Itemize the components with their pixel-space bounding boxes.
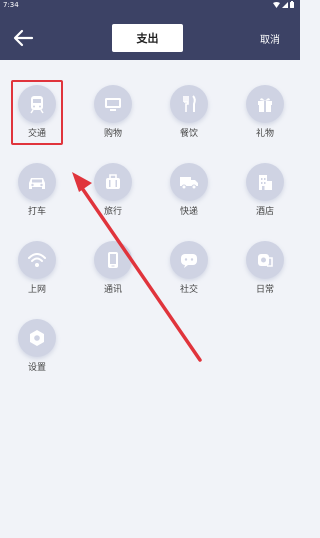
category-item-hotel[interactable]: 酒店	[235, 160, 295, 222]
category-item-travel[interactable]: 旅行	[83, 160, 143, 222]
status-time: 7:34	[3, 1, 19, 9]
settings-icon	[18, 319, 56, 357]
signal-status-icon	[282, 1, 288, 8]
category-item-express[interactable]: 快递	[159, 160, 219, 222]
utensils-icon	[170, 85, 208, 123]
category-item-gift[interactable]: 礼物	[235, 82, 295, 144]
status-bar: 7:34	[0, 0, 300, 11]
monitor-icon	[94, 85, 132, 123]
cancel-button[interactable]: 取消	[260, 31, 280, 46]
car-icon	[18, 163, 56, 201]
wifi-status-icon	[273, 1, 280, 8]
category-label: 快递	[179, 207, 198, 217]
back-arrow-icon	[13, 29, 34, 47]
category-item-dining[interactable]: 餐饮	[159, 82, 219, 144]
wifi-icon	[18, 241, 56, 279]
category-label: 打车	[27, 207, 46, 217]
category-item-taxi[interactable]: 打车	[7, 160, 67, 222]
category-item-shopping[interactable]: 购物	[83, 82, 143, 144]
category-label: 通讯	[103, 285, 122, 295]
tissue-icon	[246, 241, 284, 279]
status-icons	[273, 1, 294, 8]
category-label: 餐饮	[179, 129, 198, 139]
category-item-internet[interactable]: 上网	[7, 238, 67, 300]
back-button[interactable]	[12, 29, 34, 47]
category-label: 礼物	[255, 129, 274, 139]
highlight-box	[11, 80, 63, 145]
category-item-settings[interactable]: 设置	[7, 316, 67, 378]
category-label: 设置	[27, 363, 46, 373]
gift-icon	[246, 85, 284, 123]
category-label: 上网	[27, 285, 46, 295]
category-label: 酒店	[255, 207, 274, 217]
category-label: 社交	[179, 285, 198, 295]
tab-expense[interactable]: 支出	[112, 24, 183, 52]
battery-status-icon	[290, 1, 294, 8]
phone-icon	[94, 241, 132, 279]
truck-icon	[170, 163, 208, 201]
hotel-icon	[246, 163, 284, 201]
category-item-communication[interactable]: 通讯	[83, 238, 143, 300]
category-label: 购物	[103, 129, 122, 139]
luggage-icon	[94, 163, 132, 201]
category-label: 旅行	[103, 207, 122, 217]
category-label: 日常	[255, 285, 274, 295]
top-bar: 7:34 支出 取消	[0, 0, 300, 60]
category-item-daily[interactable]: 日常	[235, 238, 295, 300]
category-item-social[interactable]: 社交	[159, 238, 219, 300]
chat-icon	[170, 241, 208, 279]
